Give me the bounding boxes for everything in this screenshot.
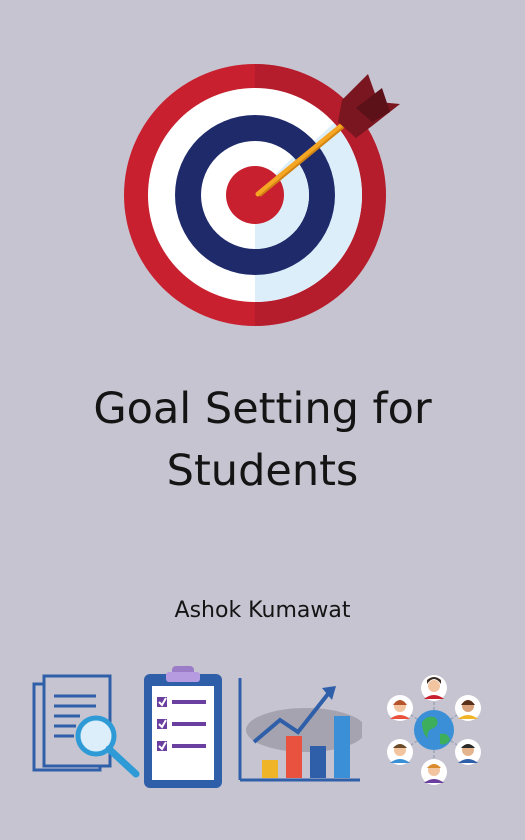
target-illustration: [124, 64, 400, 326]
author-name: Ashok Kumawat: [174, 598, 351, 623]
person-avatar: [421, 675, 447, 701]
book-title: Goal Setting for Students: [0, 378, 525, 502]
checklist-clipboard-icon: [144, 666, 222, 788]
icon-row: [0, 660, 525, 800]
target-icon: [120, 60, 410, 335]
document-search-icon: [32, 674, 140, 778]
growth-chart-icon: [238, 678, 362, 782]
book-title-line-1: Goal Setting for: [93, 384, 432, 434]
book-title-line-2: Students: [166, 446, 359, 496]
global-network-icon: [387, 675, 481, 785]
